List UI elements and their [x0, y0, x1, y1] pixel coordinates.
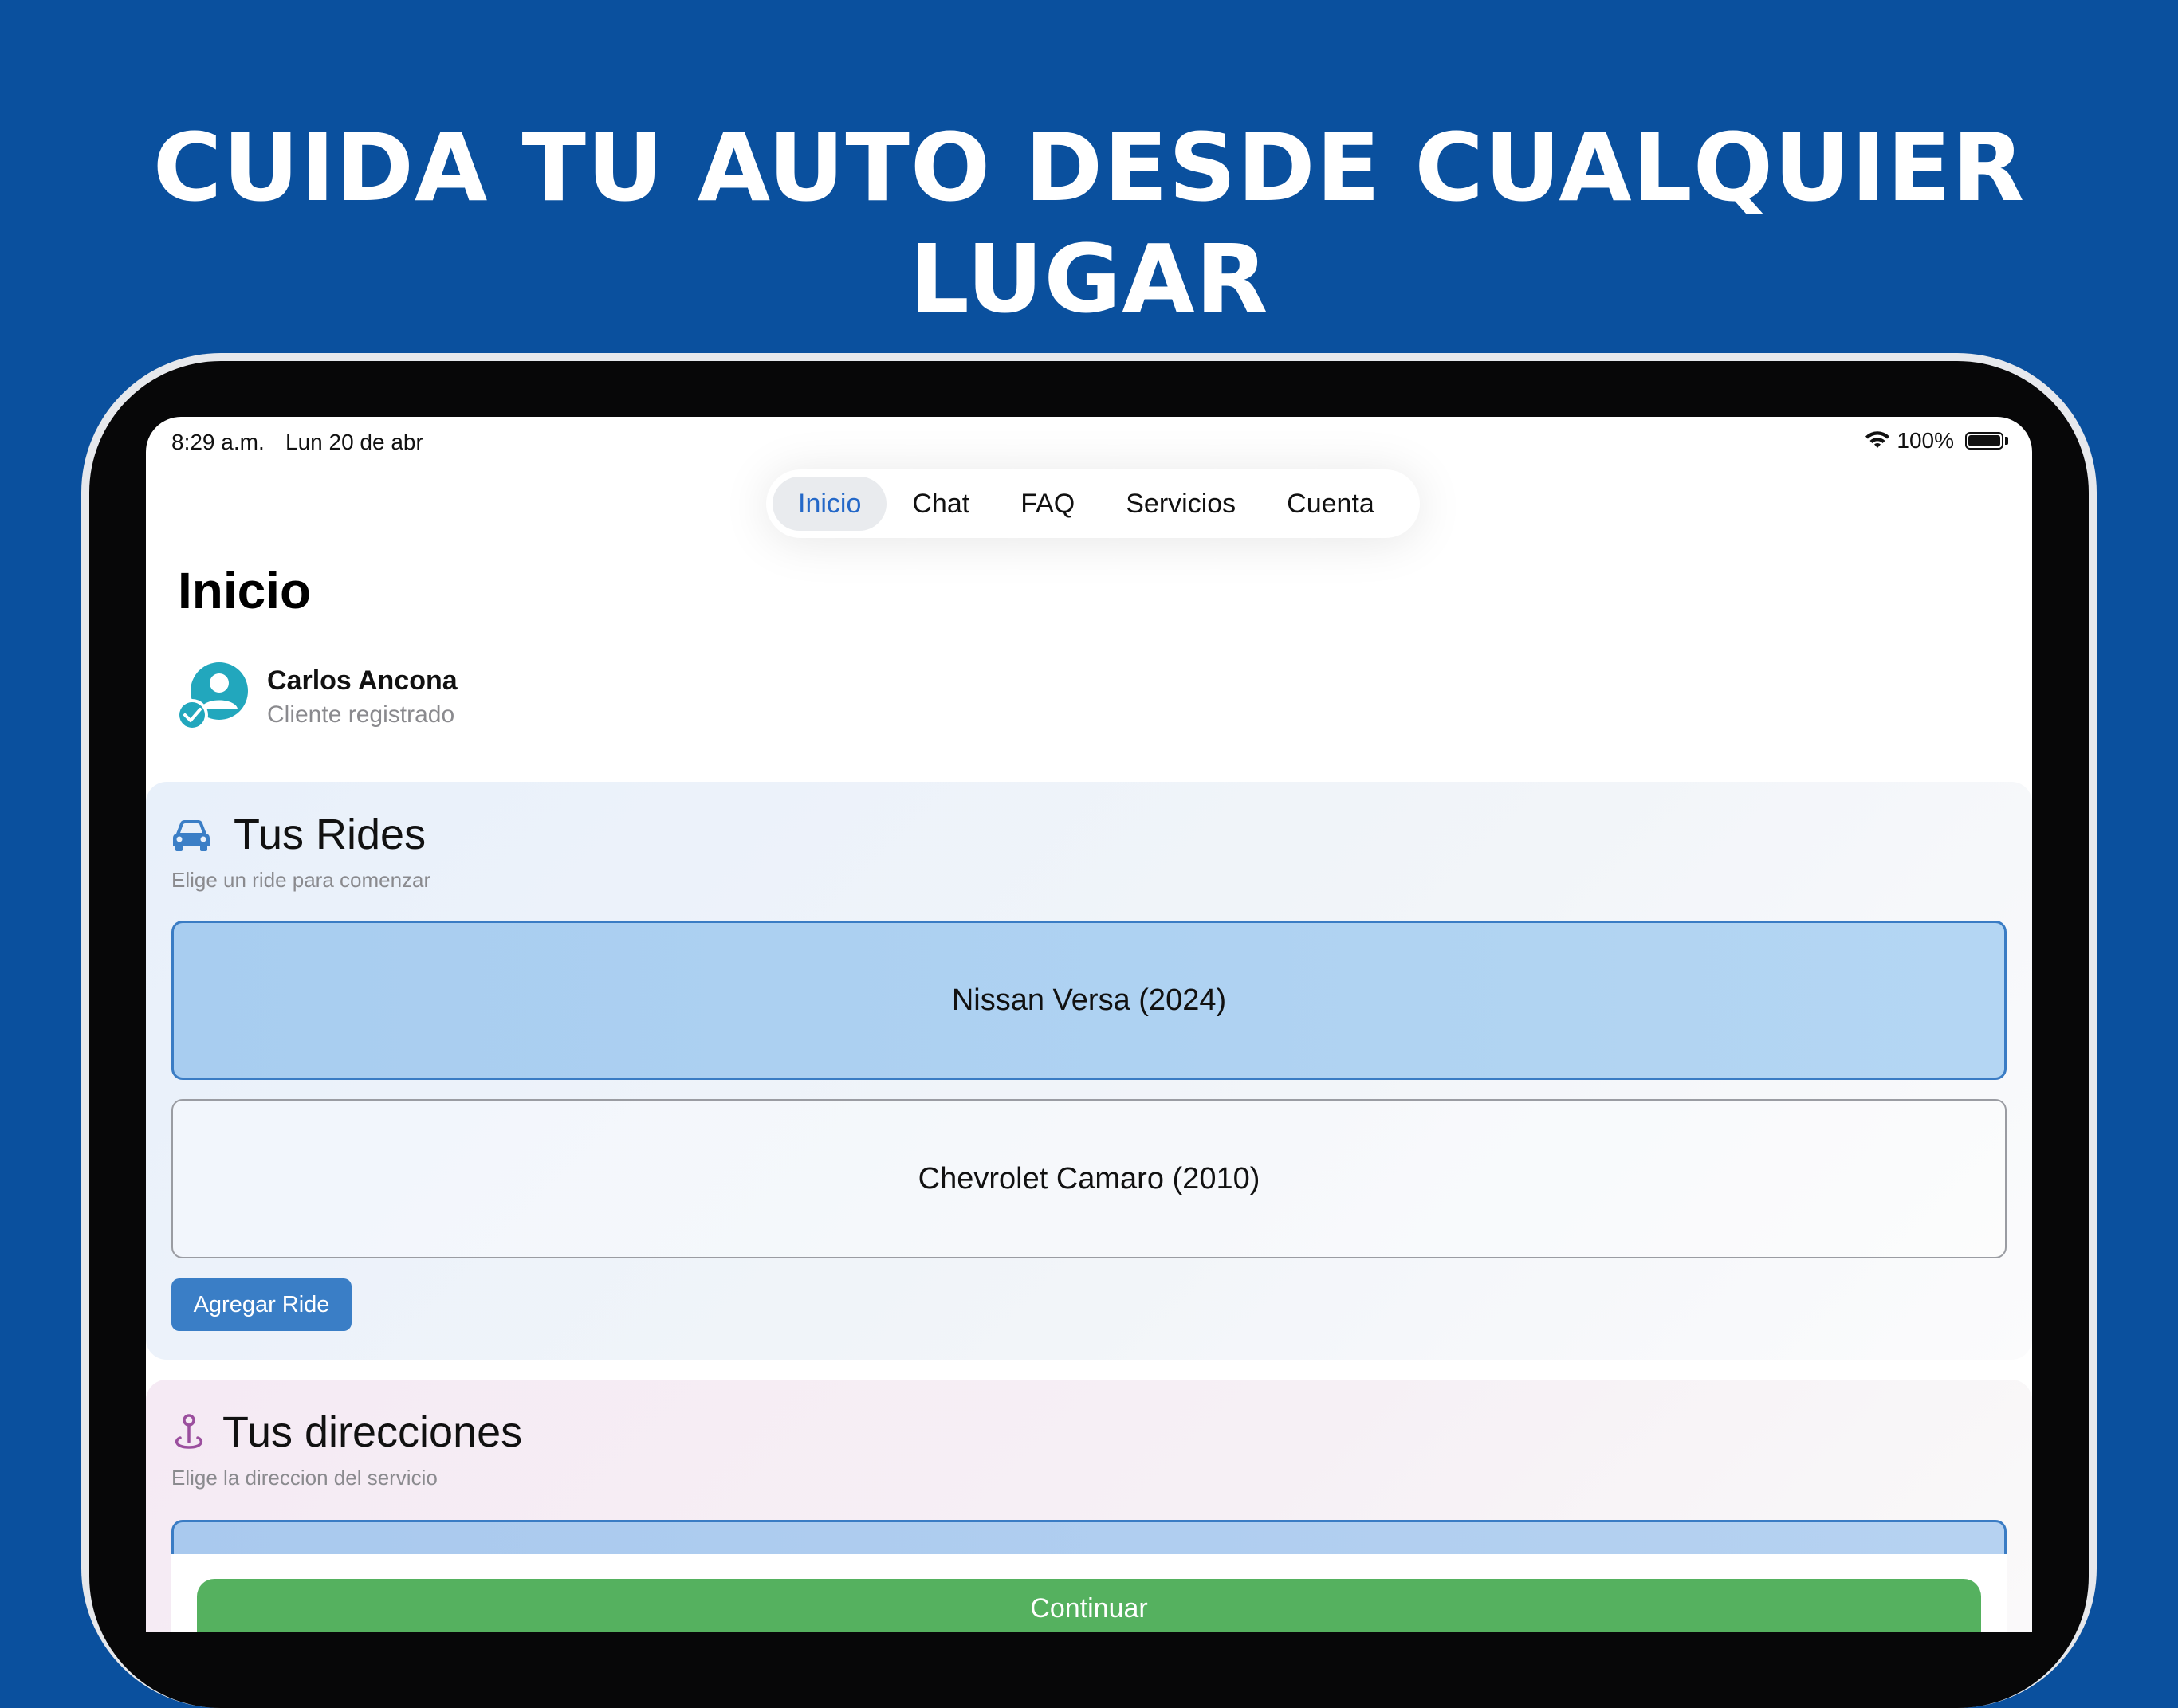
tab-chat[interactable]: Chat	[887, 477, 995, 531]
wifi-icon	[1865, 431, 1890, 448]
continue-button[interactable]: Continuar	[197, 1579, 1981, 1632]
status-time: 8:29 a.m.	[171, 430, 265, 454]
battery-cap	[2005, 437, 2008, 445]
status-date: Lun 20 de abr	[285, 430, 423, 454]
addresses-card-title: Tus direcciones	[222, 1408, 523, 1456]
addresses-card-subtitle: Elige la direccion del servicio	[171, 1466, 438, 1490]
tab-servicios[interactable]: Servicios	[1100, 477, 1261, 531]
car-icon	[173, 820, 210, 851]
status-bar: 8:29 a.m. Lun 20 de abr 100%	[146, 417, 2032, 473]
battery-icon	[1965, 432, 2003, 450]
rides-card-title: Tus Rides	[234, 811, 427, 858]
location-pin-icon	[175, 1414, 203, 1449]
user-role: Cliente registrado	[267, 701, 455, 728]
tab-faq[interactable]: FAQ	[995, 477, 1100, 531]
rides-card-subtitle: Elige un ride para comenzar	[171, 868, 431, 892]
verified-user-icon	[176, 662, 248, 731]
tab-inicio[interactable]: Inicio	[773, 477, 887, 531]
tab-cuenta[interactable]: Cuenta	[1261, 477, 1400, 531]
tab-bar: Inicio Chat FAQ Servicios Cuenta	[766, 469, 1420, 538]
battery-percent: 100%	[1897, 428, 1954, 453]
page-title: Inicio	[178, 562, 312, 619]
status-indicators: 100%	[1865, 428, 2008, 454]
headline: CUIDA TU AUTO DESDE CUALQUIER LUGAR	[152, 112, 2026, 334]
user-name: Carlos Ancona	[267, 666, 458, 696]
ride-option-selected[interactable]: Nissan Versa (2024)	[171, 921, 2007, 1080]
add-ride-button[interactable]: Agregar Ride	[171, 1278, 352, 1331]
device-screen: 8:29 a.m. Lun 20 de abr 100% Inicio Chat…	[146, 417, 2032, 1632]
rides-card: Tus Rides Elige un ride para comenzar Ni…	[146, 782, 2032, 1360]
ride-option[interactable]: Chevrolet Camaro (2010)	[171, 1099, 2007, 1258]
